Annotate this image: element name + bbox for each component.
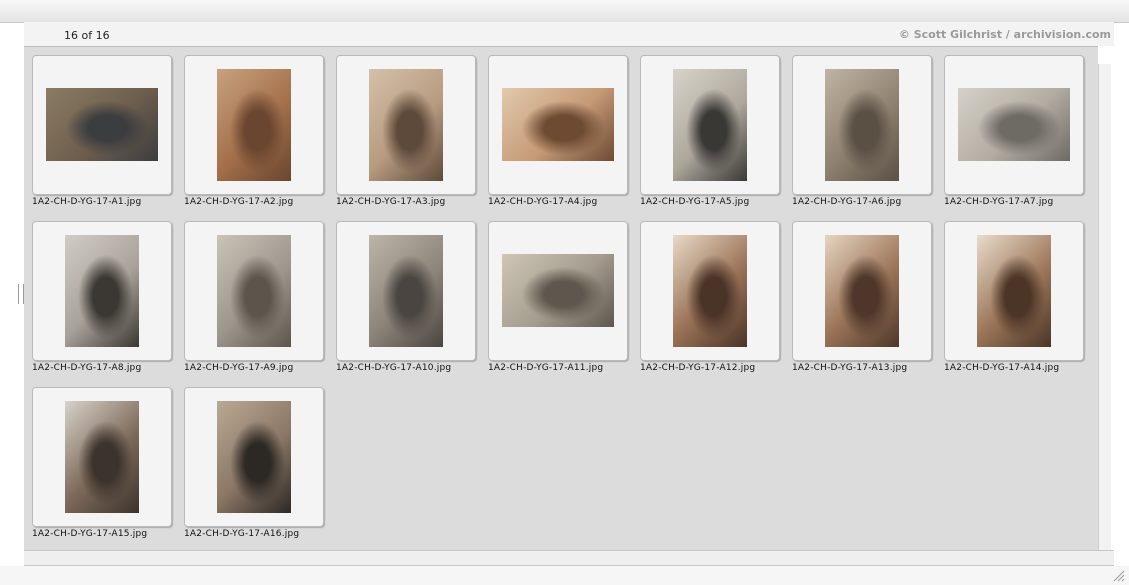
resize-grip-icon[interactable] xyxy=(1111,568,1125,582)
thumbnail-image xyxy=(217,235,291,347)
thumbnail-filename: 1A2-CH-D-YG-17-A8.jpg xyxy=(32,363,142,373)
thumbnail-image xyxy=(46,88,158,161)
copyright-credit: © Scott Gilchrist / archivision.com xyxy=(898,28,1111,41)
thumbnail-image xyxy=(65,235,139,347)
thumbnail-tile[interactable] xyxy=(32,387,172,527)
thumbnail-tile[interactable] xyxy=(336,55,476,195)
thumbnail-filename: 1A2-CH-D-YG-17-A10.jpg xyxy=(336,363,452,373)
thumbnail-filename: 1A2-CH-D-YG-17-A14.jpg xyxy=(944,363,1060,373)
thumbnail-tile[interactable] xyxy=(184,387,324,527)
thumbnail-image xyxy=(369,235,443,347)
thumbnail-filename: 1A2-CH-D-YG-17-A6.jpg xyxy=(792,197,902,207)
thumbnail-filename: 1A2-CH-D-YG-17-A16.jpg xyxy=(184,529,300,539)
thumbnail-filename: 1A2-CH-D-YG-17-A12.jpg xyxy=(640,363,756,373)
thumbnail-filename: 1A2-CH-D-YG-17-A4.jpg xyxy=(488,197,598,207)
splitter-handle[interactable] xyxy=(18,284,24,304)
thumbnail-tile[interactable] xyxy=(944,221,1084,361)
thumbnail-filename: 1A2-CH-D-YG-17-A9.jpg xyxy=(184,363,294,373)
status-footer xyxy=(0,566,1129,585)
thumbnail-filename: 1A2-CH-D-YG-17-A11.jpg xyxy=(488,363,604,373)
thumbnail-filename: 1A2-CH-D-YG-17-A13.jpg xyxy=(792,363,908,373)
thumbnail-image xyxy=(825,235,899,347)
image-counter: 16 of 16 xyxy=(64,29,110,42)
thumbnail-image xyxy=(502,254,614,327)
window-title-bar xyxy=(0,0,1129,23)
thumbnail-filename: 1A2-CH-D-YG-17-A15.jpg xyxy=(32,529,148,539)
thumbnail-filename: 1A2-CH-D-YG-17-A2.jpg xyxy=(184,197,294,207)
horizontal-scrollbar[interactable] xyxy=(24,550,1114,566)
thumbnail-tile[interactable] xyxy=(640,55,780,195)
thumbnail-tile[interactable] xyxy=(32,55,172,195)
thumbnail-tile[interactable] xyxy=(336,221,476,361)
thumbnail-tile[interactable] xyxy=(792,221,932,361)
thumbnail-filename: 1A2-CH-D-YG-17-A3.jpg xyxy=(336,197,446,207)
thumbnail-tile[interactable] xyxy=(488,55,628,195)
thumbnail-filename: 1A2-CH-D-YG-17-A7.jpg xyxy=(944,197,1054,207)
thumbnail-image xyxy=(502,88,614,161)
thumbnail-tile[interactable] xyxy=(640,221,780,361)
thumbnail-filename: 1A2-CH-D-YG-17-A5.jpg xyxy=(640,197,750,207)
thumbnail-tile[interactable] xyxy=(944,55,1084,195)
thumbnail-image xyxy=(217,401,291,513)
thumbnail-image xyxy=(977,235,1051,347)
thumbnail-image xyxy=(825,69,899,181)
thumbnail-tile[interactable] xyxy=(184,221,324,361)
thumbnail-filename: 1A2-CH-D-YG-17-A1.jpg xyxy=(32,197,142,207)
thumbnail-tile[interactable] xyxy=(792,55,932,195)
thumbnail-image xyxy=(369,69,443,181)
thumbnail-tile[interactable] xyxy=(184,55,324,195)
thumbnail-tile[interactable] xyxy=(32,221,172,361)
thumbnail-image xyxy=(217,69,291,181)
thumbnail-image xyxy=(673,235,747,347)
vertical-scrollbar[interactable] xyxy=(1098,64,1111,550)
thumbnail-tile[interactable] xyxy=(488,221,628,361)
thumbnail-image xyxy=(65,401,139,513)
thumbnail-image xyxy=(958,88,1070,161)
thumbnail-image xyxy=(673,69,747,181)
